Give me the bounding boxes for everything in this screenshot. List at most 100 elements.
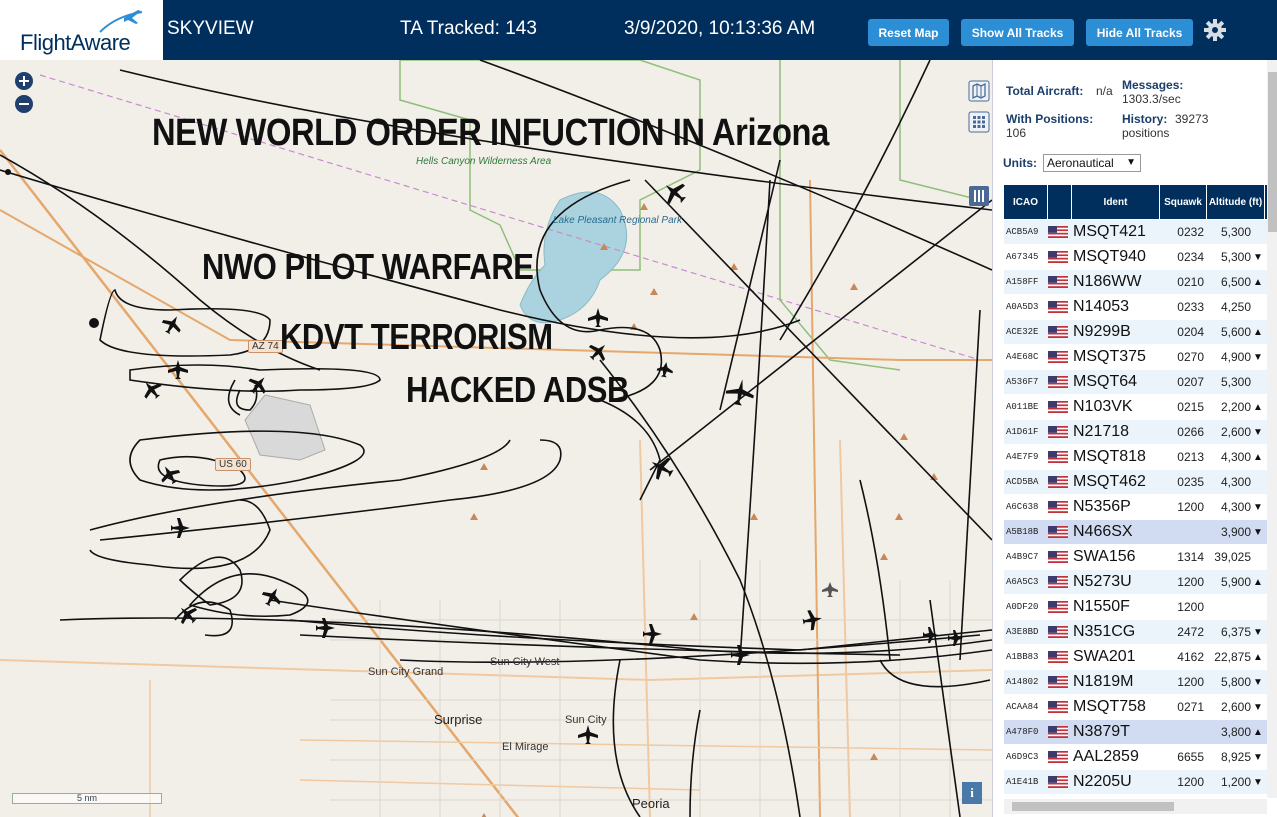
altitude-trend-icon: ▼ xyxy=(1253,501,1263,513)
tracked-count: TA Tracked: 143 xyxy=(400,18,537,39)
altitude-trend-icon: ▲ xyxy=(1253,451,1263,463)
table-row[interactable]: A14802 N1819M 1200 5,800 ▼ xyxy=(1004,670,1267,695)
ident-cell: MSQT375 xyxy=(1073,348,1146,365)
units-label: Units: xyxy=(1003,156,1037,170)
vertical-scrollbar[interactable] xyxy=(1267,60,1277,798)
icao-cell: A4E68C xyxy=(1006,352,1039,362)
icao-cell: A3E8BD xyxy=(1006,627,1039,637)
table-row[interactable]: A1BB83 SWA201 4162 22,875 ▲ xyxy=(1004,645,1267,670)
squawk-cell: 4162 xyxy=(1177,650,1204,664)
squawk-cell: 2472 xyxy=(1177,625,1204,639)
total-aircraft-label: Total Aircraft: xyxy=(1006,84,1084,98)
history-value: 39273 xyxy=(1175,112,1209,126)
us-flag-icon xyxy=(1048,501,1072,513)
table-row[interactable]: A3E8BD N351CG 2472 6,375 ▼ xyxy=(1004,620,1267,645)
col-icao-header[interactable]: ICAO xyxy=(1004,185,1048,219)
vertical-scroll-thumb[interactable] xyxy=(1268,72,1277,232)
squawk-cell: 0235 xyxy=(1177,475,1204,489)
show-all-tracks-button[interactable]: Show All Tracks xyxy=(961,19,1074,46)
table-row[interactable]: A478F0 N3879T 3,800 ▲ xyxy=(1004,720,1267,745)
overlay-headline: NEW WORLD ORDER INFUCTION IN Arizona xyxy=(152,112,829,154)
table-row[interactable]: A0A5D3 N14053 0233 4,250 xyxy=(1004,295,1267,320)
col-flag-header[interactable] xyxy=(1048,185,1072,219)
squawk-cell: 0271 xyxy=(1177,700,1204,714)
table-row[interactable]: A67345 MSQT940 0234 5,300 ▼ xyxy=(1004,245,1267,270)
ident-cell: N21718 xyxy=(1073,423,1130,440)
altitude-trend-icon: ▲ xyxy=(1253,576,1263,588)
map-grid-icon[interactable] xyxy=(968,111,990,133)
units-selected-value: Aeronautical xyxy=(1047,156,1114,170)
ident-cell: N3879T xyxy=(1073,723,1130,740)
table-row[interactable]: A1E41B N2205U 1200 1,200 ▼ xyxy=(1004,770,1267,795)
us-flag-icon xyxy=(1048,276,1072,288)
table-row[interactable]: A6A5C3 N5273U 1200 5,900 ▲ xyxy=(1004,570,1267,595)
horizontal-scroll-thumb[interactable] xyxy=(1012,802,1174,811)
altitude-cell: 4,300 xyxy=(1220,475,1251,489)
map-layers-icon[interactable] xyxy=(968,80,990,102)
table-row[interactable]: ACB5A9 MSQT421 0232 5,300 xyxy=(1004,220,1267,245)
table-row[interactable]: A4B9C7 SWA156 1314 39,025 xyxy=(1004,545,1267,570)
reset-map-button[interactable]: Reset Map xyxy=(868,19,949,46)
horizontal-scrollbar[interactable] xyxy=(1004,799,1267,814)
table-body: ACB5A9 MSQT421 0232 5,300 A67345 MSQT940 0234 5… xyxy=(1004,220,1267,795)
altitude-cell: 6,500 xyxy=(1220,275,1251,289)
map-info-icon[interactable]: i xyxy=(962,782,982,804)
aircraft-panel: Total Aircraft: n/a Messages: 1303.3/sec… xyxy=(992,60,1277,817)
ident-cell: N103VK xyxy=(1073,398,1133,415)
table-row[interactable]: A0DF20 N1550F 1200 xyxy=(1004,595,1267,620)
settings-gear-icon[interactable] xyxy=(1202,17,1228,43)
us-flag-icon xyxy=(1048,701,1072,713)
altitude-cell: 5,900 xyxy=(1220,575,1251,589)
squawk-cell: 1200 xyxy=(1177,600,1204,614)
icao-cell: A1BB83 xyxy=(1006,652,1039,662)
us60-shield: US 60 xyxy=(215,458,251,471)
table-row[interactable]: ACE32E N9299B 0204 5,600 ▲ xyxy=(1004,320,1267,345)
altitude-cell: 2,600 xyxy=(1220,700,1251,714)
messages-value: 1303.3/sec xyxy=(1122,92,1181,106)
altitude-trend-icon: ▲ xyxy=(1253,401,1263,413)
table-row[interactable]: A011BE N103VK 0215 2,200 ▲ xyxy=(1004,395,1267,420)
table-row[interactable]: A158FF N186WW 0210 6,500 ▲ xyxy=(1004,270,1267,295)
altitude-trend-icon: ▼ xyxy=(1253,751,1263,763)
messages-label: Messages: xyxy=(1122,78,1184,92)
zoom-in-icon[interactable] xyxy=(14,71,34,91)
squawk-cell: 0232 xyxy=(1177,225,1204,239)
flightaware-logo[interactable]: FlightAware xyxy=(0,0,163,60)
table-row[interactable]: A6C638 N5356P 1200 4,300 ▼ xyxy=(1004,495,1267,520)
icao-cell: A67345 xyxy=(1006,252,1039,262)
hide-all-tracks-button[interactable]: Hide All Tracks xyxy=(1086,19,1193,46)
col-squawk-header[interactable]: Squawk xyxy=(1160,185,1207,219)
table-row[interactable]: A4E7F9 MSQT818 0213 4,300 ▲ xyxy=(1004,445,1267,470)
zoom-out-icon[interactable] xyxy=(14,94,34,114)
us-flag-icon xyxy=(1048,226,1072,238)
squawk-cell: 0210 xyxy=(1177,275,1204,289)
us-flag-icon xyxy=(1048,601,1072,613)
col-ident-header[interactable]: Ident xyxy=(1072,185,1160,219)
table-row[interactable]: A6D9C3 AAL2859 6655 8,925 ▼ xyxy=(1004,745,1267,770)
icao-cell: A14802 xyxy=(1006,677,1039,687)
altitude-cell: 3,900 xyxy=(1220,525,1251,539)
icao-cell: A0DF20 xyxy=(1006,602,1039,612)
units-select[interactable]: Aeronautical ▼ xyxy=(1043,154,1141,172)
altitude-trend-icon: ▼ xyxy=(1253,701,1263,713)
table-row[interactable]: A1D61F N21718 0266 2,600 ▼ xyxy=(1004,420,1267,445)
altitude-trend-icon: ▼ xyxy=(1253,526,1263,538)
col-altitude-header[interactable]: Altitude (ft) xyxy=(1207,185,1265,219)
altitude-trend-icon: ▲ xyxy=(1253,651,1263,663)
altitude-cell: 2,600 xyxy=(1220,425,1251,439)
table-row[interactable]: ACAA84 MSQT758 0271 2,600 ▼ xyxy=(1004,695,1267,720)
map-view[interactable]: Hells Canyon Wilderness Area Lake Pleasa… xyxy=(0,60,992,817)
table-row[interactable]: A4E68C MSQT375 0270 4,900 ▼ xyxy=(1004,345,1267,370)
ident-cell: N9299B xyxy=(1073,323,1131,340)
column-toggle-icon[interactable] xyxy=(968,185,990,207)
altitude-cell: 5,600 xyxy=(1220,325,1251,339)
icao-cell: A6A5C3 xyxy=(1006,577,1039,587)
table-row[interactable]: A5B18B N466SX 3,900 ▼ xyxy=(1004,520,1267,545)
table-row[interactable]: A536F7 MSQT64 0207 5,300 xyxy=(1004,370,1267,395)
current-datetime: 3/9/2020, 10:13:36 AM xyxy=(624,18,816,39)
altitude-cell: 5,300 xyxy=(1220,225,1251,239)
icao-cell: A4E7F9 xyxy=(1006,452,1039,462)
table-row[interactable]: ACD5BA MSQT462 0235 4,300 xyxy=(1004,470,1267,495)
history-unit: positions xyxy=(1122,126,1170,140)
icao-cell: A478F0 xyxy=(1006,727,1039,737)
